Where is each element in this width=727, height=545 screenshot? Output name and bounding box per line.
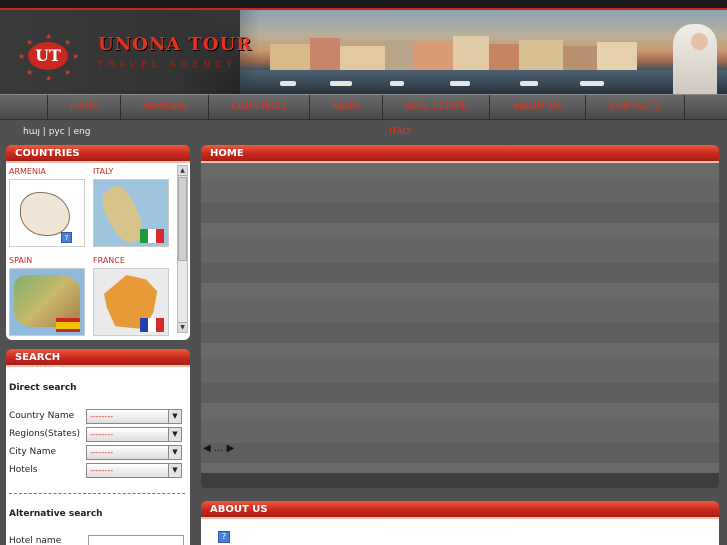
- countries-panel: ARMENIA ? ITALY SPAIN FRANCE ▲ ▼: [6, 163, 190, 340]
- logo[interactable]: ★ ★ ★ ★ ★ ★ ★ ★ UT UNONA TOUR TRAVEL AGE…: [0, 10, 260, 94]
- scroll-thumb[interactable]: [178, 177, 187, 261]
- nav-countries[interactable]: COUNTRIES: [209, 95, 310, 120]
- country-map[interactable]: ?: [9, 179, 85, 247]
- nav-contacts[interactable]: CONTACTS: [586, 95, 685, 120]
- nav-home[interactable]: HOME: [48, 95, 121, 120]
- hotels-select[interactable]: -------- ▼: [86, 463, 182, 478]
- scroll-up-icon[interactable]: ▲: [178, 166, 187, 176]
- country-card-italy[interactable]: ITALY: [93, 167, 173, 247]
- direct-search-heading: Direct search: [9, 383, 77, 393]
- main-nav: HOME ARMENIA COUNTRIES NEWS REAL ESTATE …: [0, 94, 727, 120]
- regions-label: Regions(States): [9, 429, 81, 439]
- lang-hy[interactable]: հայ: [23, 127, 40, 137]
- hotel-name-label: Hotel name: [9, 536, 62, 545]
- hotel-name-input[interactable]: [88, 535, 184, 545]
- search-header: SEARCH: [6, 349, 190, 367]
- nav-news[interactable]: NEWS: [310, 95, 383, 120]
- home-content-panel: ◀ ... ▶: [201, 163, 719, 473]
- top-strip: [0, 0, 727, 10]
- scroll-down-icon[interactable]: ▼: [178, 322, 187, 332]
- search-panel: Direct search Country Name -------- ▼ Re…: [6, 367, 190, 545]
- about-header: ABOUT US: [201, 501, 719, 519]
- dropdown-arrow-icon[interactable]: ▼: [168, 446, 181, 459]
- nav-armenia[interactable]: ARMENIA: [121, 95, 209, 120]
- brand-tagline: TRAVEL AGENCY: [98, 60, 237, 70]
- italy-flag-icon: [140, 229, 164, 243]
- lang-ru[interactable]: рус: [49, 127, 65, 137]
- country-map[interactable]: [93, 268, 169, 336]
- countries-header: COUNTRIES: [6, 145, 190, 163]
- broken-image-icon: ?: [61, 232, 72, 243]
- country-map[interactable]: [93, 179, 169, 247]
- home-panel-footer: [201, 473, 719, 488]
- brand-name: UNONA TOUR: [98, 34, 253, 55]
- hotels-label: Hotels: [9, 465, 38, 475]
- slideshow-pager[interactable]: ◀ ... ▶: [203, 443, 234, 454]
- breadcrumb[interactable]: ITALY: [389, 127, 412, 137]
- france-flag-icon: [140, 318, 164, 332]
- logo-emblem: ★ ★ ★ ★ ★ ★ ★ ★ UT: [18, 32, 80, 83]
- nav-about-us[interactable]: ABOUT US: [490, 95, 586, 120]
- country-name[interactable]: ITALY: [93, 167, 173, 179]
- country-map[interactable]: [9, 268, 85, 336]
- dropdown-arrow-icon[interactable]: ▼: [168, 464, 181, 477]
- city-select[interactable]: -------- ▼: [86, 445, 182, 460]
- header-banner-photo: [240, 10, 727, 94]
- alternative-search-heading: Alternative search: [9, 509, 103, 519]
- dropdown-arrow-icon[interactable]: ▼: [168, 428, 181, 441]
- country-name[interactable]: ARMENIA: [9, 167, 89, 179]
- language-switcher: հայ | рус | eng: [23, 127, 91, 137]
- lang-en[interactable]: eng: [74, 127, 91, 137]
- country-card-armenia[interactable]: ARMENIA ?: [9, 167, 89, 247]
- country-name[interactable]: SPAIN: [9, 256, 89, 268]
- site-header: ★ ★ ★ ★ ★ ★ ★ ★ UT UNONA TOUR TRAVEL AGE…: [0, 10, 727, 94]
- home-header: HOME: [201, 145, 719, 163]
- divider: [9, 493, 185, 494]
- country-name-label: Country Name: [9, 411, 75, 421]
- spain-flag-icon: [56, 318, 80, 332]
- city-name-label: City Name: [9, 447, 57, 457]
- countries-scrollbar[interactable]: ▲ ▼: [177, 165, 188, 333]
- logo-text: UT: [28, 42, 68, 70]
- country-card-france[interactable]: FRANCE: [93, 256, 173, 336]
- broken-image-icon: ?: [218, 531, 230, 543]
- about-panel: ?: [201, 519, 719, 545]
- dropdown-arrow-icon[interactable]: ▼: [168, 410, 181, 423]
- country-name[interactable]: FRANCE: [93, 256, 173, 268]
- regions-select[interactable]: -------- ▼: [86, 427, 182, 442]
- country-card-spain[interactable]: SPAIN: [9, 256, 89, 336]
- nav-real-estate[interactable]: REAL ESTATE: [383, 95, 490, 120]
- country-select[interactable]: -------- ▼: [86, 409, 182, 424]
